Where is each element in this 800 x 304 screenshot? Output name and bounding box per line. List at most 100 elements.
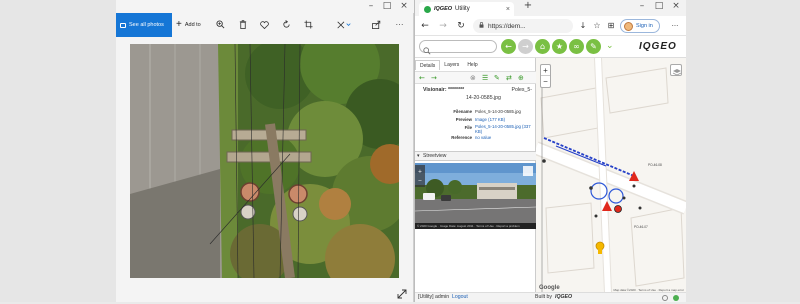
more-icon[interactable]: ···: [394, 19, 405, 30]
svg-text:−: −: [418, 178, 422, 184]
delete-icon[interactable]: [237, 19, 248, 30]
back-icon[interactable]: ←: [419, 20, 431, 32]
zoom-in-button[interactable]: +: [541, 65, 550, 76]
collections-icon[interactable]: ⊞: [605, 20, 617, 32]
search-input[interactable]: [419, 40, 497, 55]
map-view[interactable]: PO-46-08 PO-46-07 + − Google Map data ©2…: [536, 58, 686, 293]
refresh-icon[interactable]: ↻: [455, 20, 467, 32]
see-all-photos-label: See all photos: [129, 22, 164, 28]
see-all-photos-button[interactable]: See all photos: [116, 13, 172, 37]
rotate-icon[interactable]: [281, 19, 292, 30]
url-field[interactable]: https://dem...: [473, 19, 573, 33]
next-arrow-icon[interactable]: →: [431, 75, 437, 82]
fullscreen-icon[interactable]: [397, 286, 407, 299]
panel-tabs: Details Layers Help: [415, 60, 536, 70]
maximize-icon[interactable]: □: [380, 1, 394, 11]
feature-title-right: Poles_5-: [511, 87, 532, 93]
app-toolbar: ← → ⌂ ★ ∞ ✎ ⌄ IQGEO: [415, 36, 686, 58]
detail-key: Filename: [453, 109, 472, 114]
forward-icon[interactable]: →: [437, 20, 449, 32]
browser-tab[interactable]: IQGEO Utility ×: [419, 2, 514, 16]
tab-title: Utility: [455, 6, 470, 12]
photos-titlebar: – □ ×: [116, 0, 414, 13]
streetview-viewer[interactable]: + − © 2020 Google · Image Date: August 2…: [415, 163, 536, 229]
avatar: [624, 21, 633, 31]
streetview-label: Streetview: [423, 153, 447, 159]
built-by-label: Built by: [535, 294, 553, 300]
edit-icon[interactable]: [336, 19, 352, 30]
edge-titlebar: IQGEO Utility × + – □ ×: [415, 0, 686, 16]
prev-arrow-icon[interactable]: ←: [419, 75, 425, 82]
sign-in-button[interactable]: Sign in: [620, 19, 660, 33]
pole-photo-image: [130, 44, 399, 278]
crop-icon[interactable]: [303, 19, 314, 30]
detail-key: File: [464, 125, 472, 130]
address-bar-row: ← → ↻ https://dem... ↓ ☆ ⊞ Sign in ···: [415, 16, 686, 36]
photos-toolbar: See all photos + Add to ···: [116, 13, 414, 37]
lock-icon: [479, 22, 484, 30]
favorites-icon[interactable]: ☆: [591, 20, 603, 32]
map-label: PO-46-08: [648, 163, 662, 167]
expand-chevron-icon[interactable]: ⌄: [606, 41, 614, 51]
tab-close-icon[interactable]: ×: [506, 6, 510, 13]
preview-link[interactable]: Image (177 KB): [475, 116, 505, 124]
zoom-out-button[interactable]: −: [541, 76, 550, 87]
detail-key: Preview: [455, 117, 472, 122]
link-icon[interactable]: ∞: [569, 39, 584, 54]
layers-icon: [672, 69, 682, 76]
forward-arrow-icon[interactable]: →: [518, 39, 533, 54]
status-user: [Utility] admin: [418, 294, 450, 300]
clear-icon[interactable]: ⊗: [470, 75, 476, 82]
zoom-icon[interactable]: [215, 19, 226, 30]
minimize-icon[interactable]: –: [635, 1, 649, 11]
home-icon[interactable]: ⌂: [535, 39, 550, 54]
back-arrow-icon[interactable]: ←: [501, 39, 516, 54]
zoom-to-icon[interactable]: ⊕: [518, 75, 524, 82]
favicon-icon: [424, 5, 431, 13]
feature-title: Visionair: ******** Poles_5-: [415, 86, 536, 94]
new-tab-icon[interactable]: +: [521, 1, 535, 11]
feature-details: Visionair: ******** Poles_5- 14-20-0585.…: [415, 86, 536, 142]
logout-link[interactable]: Logout: [452, 293, 468, 302]
feature-title-line2: 14-20-0585.jpg: [466, 95, 501, 101]
add-to-label: Add to: [184, 22, 201, 28]
zoom-control: + −: [540, 64, 551, 88]
reference-link[interactable]: no value: [475, 134, 491, 142]
read-aloud-icon[interactable]: ↓: [577, 20, 589, 32]
favorite-icon[interactable]: [259, 19, 270, 30]
tab-layers[interactable]: Layers: [440, 60, 463, 70]
feature-title-left: Visionair: ********: [423, 87, 465, 93]
minimize-icon[interactable]: –: [364, 1, 378, 11]
streetview-image: + −: [415, 163, 536, 229]
maximize-icon[interactable]: □: [652, 1, 666, 11]
detail-value: Poles_5-14-20-0585.jpg: [475, 109, 521, 114]
file-link[interactable]: Poles_5-14-20-0585.jpg (337 KB): [475, 124, 531, 134]
edit-pencil-icon[interactable]: ✎: [586, 39, 601, 54]
tab-details[interactable]: Details: [415, 60, 441, 70]
map-canvas: PO-46-08 PO-46-07: [536, 58, 686, 293]
tab-help[interactable]: Help: [463, 60, 481, 70]
online-status-icon: [673, 295, 679, 301]
share-icon[interactable]: [371, 19, 382, 30]
close-icon[interactable]: ×: [397, 1, 411, 11]
streetview-footer: © 2020 Google · Image Date: August 2011 …: [415, 223, 536, 229]
aerial-photo: [130, 44, 399, 278]
google-logo: Google: [539, 285, 560, 291]
detail-row-file: File Poles_5-14-20-0585.jpg (337 KB): [415, 124, 536, 134]
layers-button[interactable]: [670, 64, 682, 76]
directions-icon[interactable]: ⇄: [506, 75, 512, 82]
map-label: PO-46-07: [634, 225, 648, 229]
status-bar: [Utility] admin Logout Built by IQGEO: [415, 292, 686, 302]
desktop-background: [686, 0, 800, 302]
status-indicator-icon: [662, 295, 668, 301]
list-icon[interactable]: ☰: [482, 75, 488, 82]
add-to-button[interactable]: + Add to: [176, 13, 201, 37]
detail-row-reference: Reference no value: [415, 134, 536, 142]
browser-menu-icon[interactable]: ···: [669, 20, 681, 32]
star-icon[interactable]: ★: [552, 39, 567, 54]
edit-feature-icon[interactable]: ✎: [494, 75, 500, 82]
streetview-header[interactable]: ▾ Streetview: [415, 151, 536, 161]
iqgeo-logo: IQGEO: [639, 41, 677, 52]
sign-in-label: Sign in: [636, 23, 653, 29]
close-icon[interactable]: ×: [669, 1, 683, 11]
